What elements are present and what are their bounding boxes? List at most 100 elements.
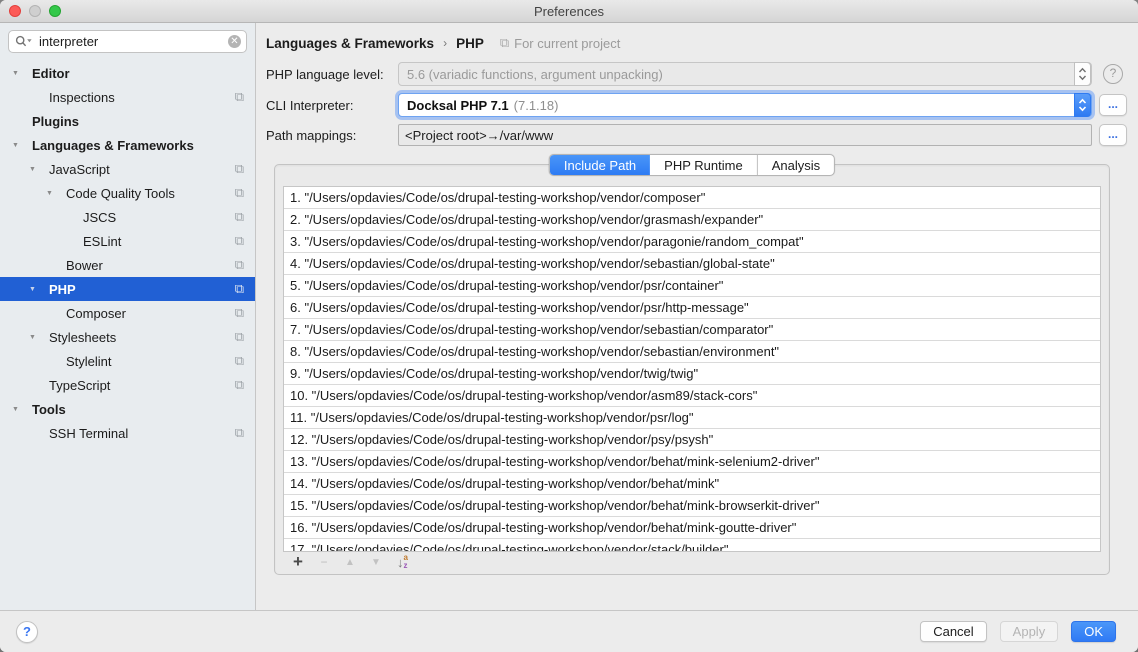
expand-arrow-icon[interactable]: ▼ — [12, 406, 32, 413]
ok-button[interactable]: OK — [1071, 621, 1116, 642]
include-path-row[interactable]: 3. "/Users/opdavies/Code/os/drupal-testi… — [284, 231, 1100, 253]
sidebar-item-stylelint[interactable]: Stylelint⧉ — [0, 349, 255, 373]
sidebar-item-label: ESLint — [83, 234, 121, 249]
window-title: Preferences — [534, 4, 604, 19]
search-icon[interactable] — [15, 35, 33, 51]
tab-include-path[interactable]: Include Path — [550, 155, 650, 175]
cli-interpreter-version: (7.1.18) — [514, 98, 559, 113]
sidebar-item-label: Stylesheets — [49, 330, 116, 345]
cli-interpreter-select[interactable]: Docksal PHP 7.1 (7.1.18) — [398, 93, 1092, 117]
include-path-row[interactable]: 2. "/Users/opdavies/Code/os/drupal-testi… — [284, 209, 1100, 231]
traffic-lights — [9, 5, 61, 17]
sort-alphabetically-icon[interactable]: ↓ a z — [397, 554, 408, 570]
include-path-row[interactable]: 1. "/Users/opdavies/Code/os/drupal-testi… — [284, 187, 1100, 209]
include-path-row[interactable]: 16. "/Users/opdavies/Code/os/drupal-test… — [284, 517, 1100, 539]
sidebar-item-stylesheets[interactable]: ▼Stylesheets⧉ — [0, 325, 255, 349]
include-path-row[interactable]: 9. "/Users/opdavies/Code/os/drupal-testi… — [284, 363, 1100, 385]
close-window-button[interactable] — [9, 5, 21, 17]
sidebar-item-inspections[interactable]: Inspections ⧉ — [0, 85, 255, 109]
sidebar-item-code-quality-tools[interactable]: ▼Code Quality Tools ⧉ — [0, 181, 255, 205]
include-path-row[interactable]: 12. "/Users/opdavies/Code/os/drupal-test… — [284, 429, 1100, 451]
include-path-row[interactable]: 6. "/Users/opdavies/Code/os/drupal-testi… — [284, 297, 1100, 319]
sidebar-item-composer[interactable]: Composer⧉ — [0, 301, 255, 325]
remove-path-button[interactable]: − — [313, 552, 335, 572]
per-project-settings-icon: ⧉ — [235, 185, 244, 201]
sidebar-item-label: Code Quality Tools — [66, 186, 175, 201]
language-level-select[interactable]: 5.6 (variadic functions, argument unpack… — [398, 62, 1092, 86]
sidebar-tree: ▼EditorInspections⧉Plugins▼Languages & F… — [0, 61, 255, 445]
tab-analysis[interactable]: Analysis — [757, 155, 834, 175]
apply-button[interactable]: Apply — [1000, 621, 1059, 642]
per-project-settings-icon: ⧉ — [235, 161, 244, 177]
sidebar-item-label: Tools — [32, 402, 66, 417]
sidebar-item-label: Plugins — [32, 114, 79, 129]
expand-arrow-icon[interactable]: ▼ — [12, 142, 32, 149]
per-project-settings-icon: ⧉ — [235, 425, 244, 441]
path-mappings-label: Path mappings: — [266, 128, 398, 143]
cli-interpreter-browse-button[interactable]: ... — [1099, 94, 1127, 116]
help-button[interactable]: ? — [16, 621, 38, 643]
minimize-window-button[interactable] — [29, 5, 41, 17]
include-path-row[interactable]: 14. "/Users/opdavies/Code/os/drupal-test… — [284, 473, 1100, 495]
breadcrumb: Languages & Frameworks › PHP ⧉ For curre… — [266, 33, 1138, 53]
php-settings-form: PHP language level: 5.6 (variadic functi… — [266, 62, 1128, 146]
include-path-row[interactable]: 5. "/Users/opdavies/Code/os/drupal-testi… — [284, 275, 1100, 297]
move-down-button[interactable]: ▼ — [365, 552, 387, 572]
breadcrumb-languages-frameworks[interactable]: Languages & Frameworks — [266, 36, 434, 51]
per-project-settings-icon: ⧉ — [235, 233, 244, 249]
language-level-label: PHP language level: — [266, 67, 398, 82]
sidebar-item-editor[interactable]: ▼Editor — [0, 61, 255, 85]
dialog-footer: ? Cancel Apply OK — [0, 610, 1138, 652]
add-path-button[interactable]: + — [287, 552, 309, 572]
expand-arrow-icon[interactable]: ▼ — [46, 190, 66, 197]
path-mappings-field[interactable]: <Project root>→/var/www — [398, 124, 1092, 146]
include-path-row[interactable]: 11. "/Users/opdavies/Code/os/drupal-test… — [284, 407, 1100, 429]
sidebar-item-label: JSCS — [83, 210, 116, 225]
sidebar-item-label: Inspections — [49, 90, 115, 105]
cancel-button[interactable]: Cancel — [920, 621, 986, 642]
include-path-row[interactable]: 13. "/Users/opdavies/Code/os/drupal-test… — [284, 451, 1100, 473]
include-path-row[interactable]: 8. "/Users/opdavies/Code/os/drupal-testi… — [284, 341, 1100, 363]
clear-search-icon[interactable]: ✕ — [228, 35, 241, 48]
stepper-icon[interactable] — [1074, 93, 1091, 117]
sidebar-item-jscs[interactable]: JSCS⧉ — [0, 205, 255, 229]
sidebar-item-javascript[interactable]: ▼JavaScript⧉ — [0, 157, 255, 181]
per-project-settings-icon: ⧉ — [235, 257, 244, 273]
per-project-settings-icon: ⧉ — [235, 305, 244, 321]
sidebar-item-bower[interactable]: Bower⧉ — [0, 253, 255, 277]
move-up-button[interactable]: ▲ — [339, 552, 361, 572]
sidebar-item-typescript[interactable]: TypeScript⧉ — [0, 373, 255, 397]
sidebar-item-languages-frameworks[interactable]: ▼Languages & Frameworks — [0, 133, 255, 157]
titlebar: Preferences — [0, 0, 1138, 23]
per-project-settings-icon: ⧉ — [235, 377, 244, 393]
search-input[interactable] — [8, 30, 247, 53]
settings-main-panel: Languages & Frameworks › PHP ⧉ For curre… — [256, 23, 1138, 610]
include-path-list: 1. "/Users/opdavies/Code/os/drupal-testi… — [283, 186, 1101, 552]
zoom-window-button[interactable] — [49, 5, 61, 17]
sidebar-item-eslint[interactable]: ESLint ⧉ — [0, 229, 255, 253]
list-toolbar: + − ▲ ▼ ↓ a z — [283, 550, 1101, 574]
sidebar-item-plugins[interactable]: Plugins — [0, 109, 255, 133]
include-path-row[interactable]: 10. "/Users/opdavies/Code/os/drupal-test… — [284, 385, 1100, 407]
path-mappings-browse-button[interactable]: ... — [1099, 124, 1127, 146]
expand-arrow-icon[interactable]: ▼ — [29, 286, 49, 293]
expand-arrow-icon[interactable]: ▼ — [29, 166, 49, 173]
path-mappings-value: <Project root>→/var/www — [405, 128, 553, 143]
sidebar-item-php[interactable]: ▼PHP⧉ — [0, 277, 255, 301]
expand-arrow-icon[interactable]: ▼ — [29, 334, 49, 341]
per-project-settings-icon: ⧉ — [235, 89, 244, 105]
language-level-value: 5.6 (variadic functions, argument unpack… — [407, 67, 663, 82]
expand-arrow-icon[interactable]: ▼ — [12, 70, 32, 77]
include-path-row[interactable]: 15. "/Users/opdavies/Code/os/drupal-test… — [284, 495, 1100, 517]
stepper-icon[interactable] — [1074, 62, 1091, 86]
per-project-settings-icon: ⧉ — [500, 35, 509, 51]
per-project-settings-icon: ⧉ — [235, 281, 244, 297]
settings-sidebar: ✕ ▼EditorInspections⧉Plugins▼Languages &… — [0, 23, 256, 610]
tab-php-runtime[interactable]: PHP Runtime — [650, 155, 757, 175]
language-level-help-icon[interactable]: ? — [1103, 64, 1123, 84]
include-path-row[interactable]: 4. "/Users/opdavies/Code/os/drupal-testi… — [284, 253, 1100, 275]
include-path-row[interactable]: 7. "/Users/opdavies/Code/os/drupal-testi… — [284, 319, 1100, 341]
sidebar-item-label: Languages & Frameworks — [32, 138, 194, 153]
sidebar-item-ssh-terminal[interactable]: SSH Terminal⧉ — [0, 421, 255, 445]
sidebar-item-tools[interactable]: ▼Tools — [0, 397, 255, 421]
